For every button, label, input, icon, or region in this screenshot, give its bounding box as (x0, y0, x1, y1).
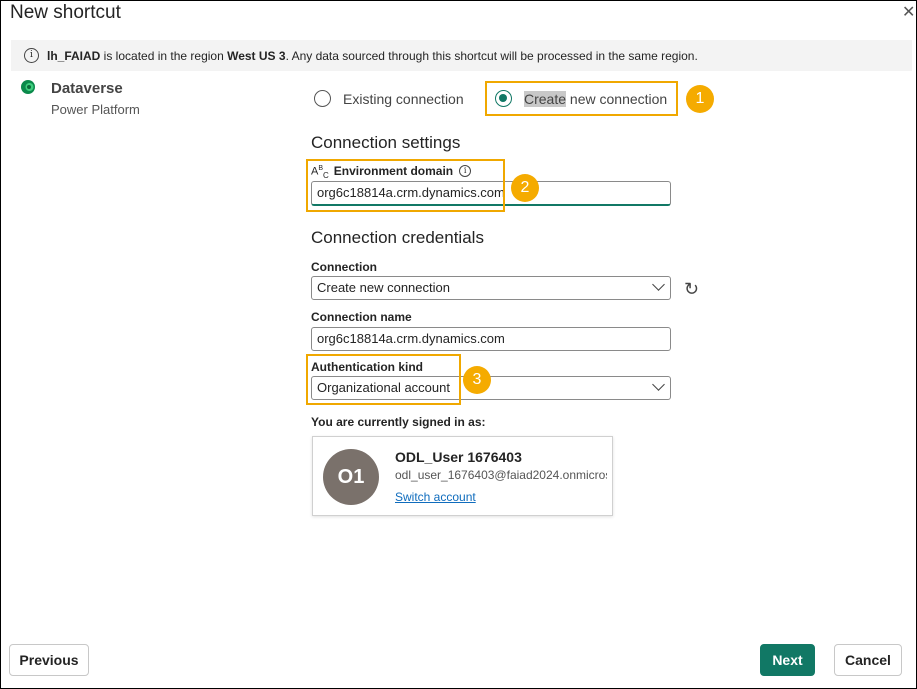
lakehouse-name: lh_FAIAD (47, 48, 101, 63)
callout-badge-2: 2 (511, 174, 539, 202)
cancel-button[interactable]: Cancel (834, 644, 902, 676)
dataverse-logo-icon (21, 80, 35, 94)
connection-name-input[interactable]: org6c18814a.crm.dynamics.com (311, 327, 671, 351)
connection-settings-heading: Connection settings (311, 133, 461, 152)
refresh-icon[interactable]: ↻ (684, 279, 699, 300)
banner-text-2: . Any data sourced through this shortcut… (285, 48, 698, 63)
user-name: ODL_User 1676403 (395, 449, 522, 465)
close-icon[interactable]: ✕ (902, 2, 915, 22)
callout-badge-1: 1 (686, 85, 714, 113)
info-icon: i (24, 48, 39, 63)
user-email: odl_user_1676403@faiad2024.onmicrosoft.c… (395, 468, 607, 482)
switch-account-link[interactable]: Switch account (395, 490, 476, 504)
callout-badge-3: 3 (463, 366, 491, 394)
region-name: West US 3 (227, 48, 286, 63)
previous-button[interactable]: Previous (9, 644, 89, 676)
chevron-down-icon (652, 278, 665, 291)
avatar: O1 (323, 449, 379, 505)
next-button[interactable]: Next (760, 644, 815, 676)
connection-label: Connection (311, 260, 377, 274)
signed-in-account-card: O1 ODL_User 1676403 odl_user_1676403@fai… (312, 436, 613, 516)
connection-credentials-heading: Connection credentials (311, 228, 484, 247)
chevron-down-icon (652, 378, 665, 391)
dialog-title: New shortcut (10, 2, 121, 23)
banner-text-1: is located in the region (100, 48, 228, 63)
connection-name-label: Connection name (311, 310, 412, 324)
connection-dropdown[interactable]: Create new connection (311, 276, 671, 300)
signed-in-label: You are currently signed in as: (311, 415, 486, 429)
callout-box-3 (306, 354, 461, 405)
existing-connection-label: Existing connection (343, 90, 464, 107)
source-name: Dataverse (51, 80, 123, 97)
callout-box-2 (306, 159, 505, 212)
callout-box-1 (485, 81, 678, 116)
connection-dropdown-value: Create new connection (317, 280, 450, 295)
radio-unselected-icon (314, 90, 331, 107)
existing-connection-radio[interactable]: Existing connection (314, 90, 464, 107)
region-info-banner: i lh_FAIAD is located in the region West… (11, 40, 912, 71)
source-subtitle: Power Platform (51, 102, 140, 117)
